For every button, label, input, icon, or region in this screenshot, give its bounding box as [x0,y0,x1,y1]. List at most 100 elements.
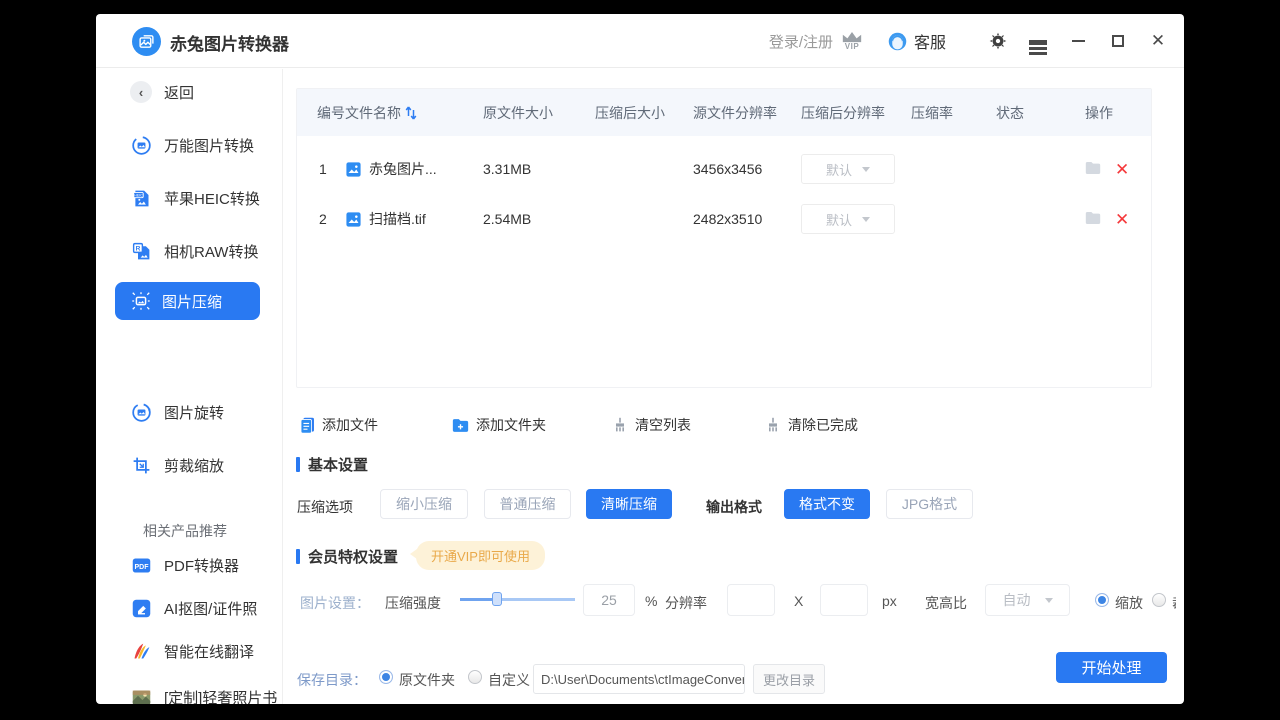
scale-radio[interactable] [1095,593,1109,607]
col-compressed-size: 压缩后大小 [595,103,693,123]
row-size: 3.31MB [483,161,595,177]
broom-icon [612,417,628,433]
row-number: 2 [297,211,345,227]
col-status: 状态 [996,103,1085,123]
ratio-dropdown[interactable]: 自动 [985,584,1070,616]
add-folder-icon [452,418,469,433]
back-chevron-icon: ‹ [130,81,152,103]
vip-crown-icon[interactable]: VIP [841,31,863,51]
row-preset: 默认 [801,204,911,234]
row-operations: ✕ [1085,211,1151,228]
image-rotate-icon [130,401,152,423]
photo-book-icon [130,686,152,704]
open-folder-icon[interactable] [1085,161,1101,178]
option-format-keep[interactable]: 格式不变 [784,489,870,519]
sidebar-item-heic-convert[interactable]: HEIC 苹果HEIC转换 [96,180,283,216]
login-register-link[interactable]: 登录/注册 [769,31,833,52]
slider-handle[interactable] [492,592,502,606]
row-number: 1 [297,161,345,177]
caret-down-icon [862,167,870,172]
custom-folder-radio[interactable] [468,670,482,684]
sidebar-item-photo-book[interactable]: [定制]轻奢照片书 [96,679,283,704]
sidebar-item-image-rotate[interactable]: 图片旋转 [96,394,283,430]
sidebar-item-crop-scale[interactable]: 剪裁缩放 [96,447,283,483]
output-format-label: 输出格式 [706,497,762,517]
x-separator: X [794,593,803,609]
app-logo-icon [132,27,161,56]
image-settings-row: 图片设置： 压缩强度 25 % 分辨率 X px 宽高比 自动 缩放 裁 [96,584,1176,624]
sidebar-item-online-translate[interactable]: 智能在线翻译 [96,633,283,669]
option-shrink-compress[interactable]: 缩小压缩 [380,489,468,519]
app-window: 赤兔图片转换器 登录/注册 VIP 客服 ✕ [96,14,1184,704]
broom-icon [765,417,781,433]
settings-gear-icon[interactable] [978,14,1018,68]
heic-convert-icon: HEIC [130,187,152,209]
image-file-icon [345,161,362,178]
sort-icon[interactable] [405,106,417,120]
preset-dropdown[interactable]: 默认 [801,204,895,234]
sidebar-item-image-compress[interactable]: 图片压缩 [115,282,260,320]
clear-list-button[interactable]: 清空列表 [612,411,691,439]
resolution-width-input[interactable] [727,584,775,616]
sidebar-item-universal-convert[interactable]: 万能图片转换 [96,127,283,163]
slider-track-rest [495,598,576,601]
strength-label: 压缩强度 [385,593,441,613]
caret-down-icon [862,217,870,222]
svg-text:HEIC: HEIC [134,193,143,197]
caret-down-icon [1045,598,1053,603]
clear-completed-button[interactable]: 清除已完成 [765,411,858,439]
row-size: 2.54MB [483,211,595,227]
col-src-resolution: 源文件分辨率 [693,103,801,123]
resolution-height-input[interactable] [820,584,868,616]
source-folder-radio[interactable] [379,670,393,684]
strength-value-input[interactable]: 25 [583,584,635,616]
pdf-icon: PDF [130,554,152,576]
section-bar [296,457,300,472]
px-label: px [882,593,897,609]
maximize-button[interactable] [1098,14,1138,68]
sidebar-item-raw-convert[interactable]: R 相机RAW转换 [96,233,283,269]
start-processing-button[interactable]: 开始处理 [1056,652,1167,683]
preset-dropdown[interactable]: 默认 [801,154,895,184]
delete-row-icon[interactable]: ✕ [1115,161,1129,178]
add-folder-button[interactable]: 添加文件夹 [452,411,546,439]
col-dst-resolution: 压缩后分辨率 [801,103,911,123]
row-filename: 赤兔图片... [345,159,483,179]
col-operation: 操作 [1085,103,1151,123]
row-resolution: 2482x3510 [693,211,801,227]
add-file-button[interactable]: 添加文件 [300,411,378,439]
vip-hint-bubble: 开通VIP即可使用 [416,541,545,570]
crop-radio-label: 裁 [1172,593,1176,613]
custom-folder-label: 自定义 [488,670,530,690]
customer-service-button[interactable]: 客服 [887,29,946,53]
save-path-input[interactable]: D:\User\Documents\ctImageConverter [533,664,745,694]
vip-settings-title: 会员特权设置 [296,546,398,567]
add-file-icon [300,417,315,434]
open-folder-icon[interactable] [1085,211,1101,228]
app-title: 赤兔图片转换器 [170,30,289,55]
minimize-button[interactable] [1058,14,1098,68]
row-preset: 默认 [801,154,911,184]
translate-feather-icon [130,640,152,662]
col-filename[interactable]: 文件名称 [345,103,483,123]
row-resolution: 3456x3456 [693,161,801,177]
sidebar-back-button[interactable]: ‹ 返回 [96,74,283,110]
image-file-icon [345,211,362,228]
close-button[interactable]: ✕ [1138,14,1178,68]
crop-radio[interactable] [1152,593,1166,607]
slider-track-filled [460,598,495,601]
option-clear-compress[interactable]: 清晰压缩 [586,489,672,519]
change-directory-button[interactable]: 更改目录 [753,664,825,694]
delete-row-icon[interactable]: ✕ [1115,211,1129,228]
option-normal-compress[interactable]: 普通压缩 [484,489,571,519]
table-row: 2 扫描档.tif 2.54MB 2482x3510 默认 [297,194,1151,244]
resolution-label: 分辨率 [665,593,707,613]
sidebar-item-pdf-converter[interactable]: PDF PDF转换器 [96,547,283,583]
raw-convert-icon: R [130,240,152,262]
strength-slider[interactable] [460,592,575,606]
image-settings-label: 图片设置： [300,593,370,613]
option-format-jpg[interactable]: JPG格式 [886,489,973,519]
menu-icon[interactable] [1018,14,1058,68]
row-operations: ✕ [1085,161,1151,178]
table-header-row: 编号 文件名称 原文件大小 压缩后大小 源文件分辨率 压缩后分辨率 压缩率 状态… [297,89,1151,136]
